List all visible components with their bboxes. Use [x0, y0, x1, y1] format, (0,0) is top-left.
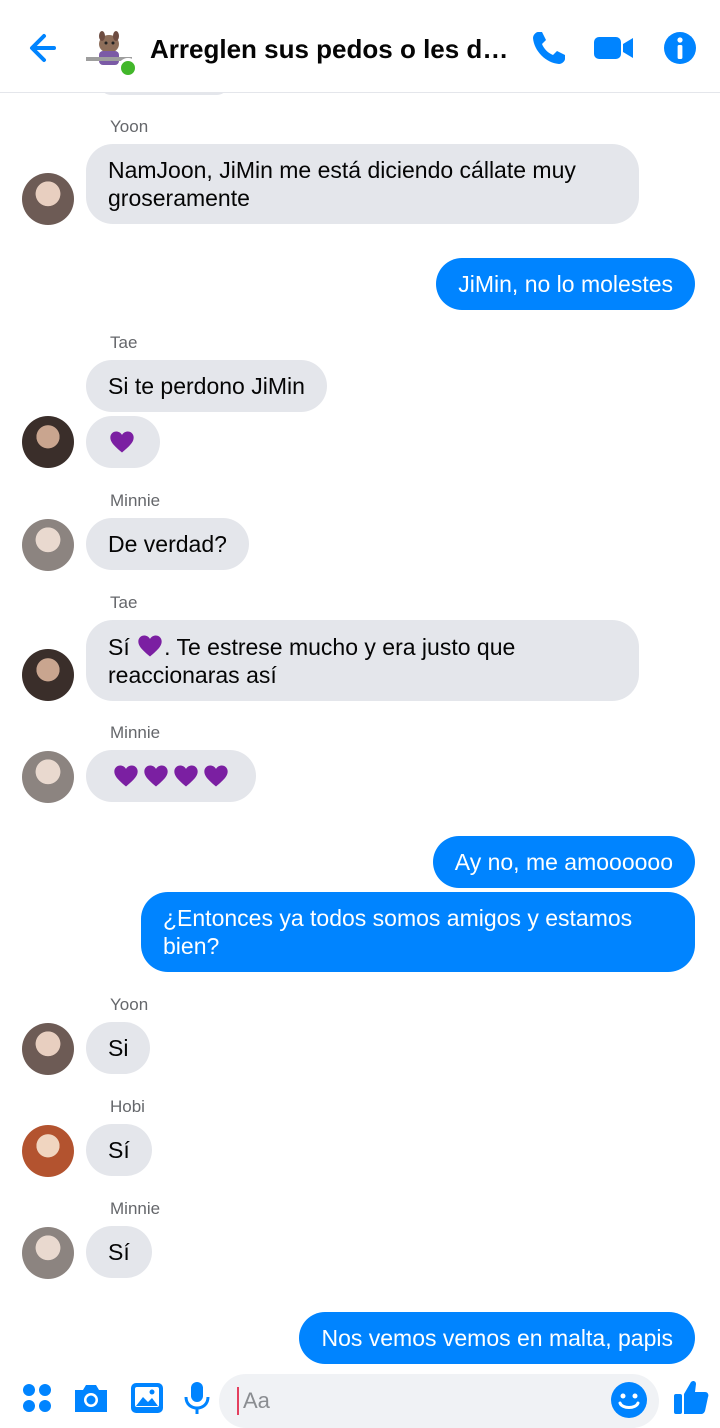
message-composer: Aa — [0, 1368, 720, 1428]
incoming-message[interactable]: De verdad? — [86, 518, 249, 570]
message-text-suffix: . Te estrese mucho y era justo que reacc… — [108, 634, 516, 688]
gallery-icon[interactable] — [127, 1378, 167, 1418]
avatar-minnie[interactable] — [22, 751, 74, 803]
sender-name: Tae — [110, 333, 138, 352]
avatar-yoon[interactable] — [22, 1023, 74, 1075]
incoming-message[interactable]: Sí — [86, 1124, 152, 1176]
incoming-message[interactable]: Sí . Te estrese mucho y era justo que re… — [86, 620, 639, 701]
like-icon[interactable] — [670, 1376, 712, 1418]
phone-icon[interactable] — [527, 26, 571, 70]
text-cursor — [237, 1387, 239, 1415]
outgoing-message[interactable]: ¿Entonces ya todos somos amigos y estamo… — [141, 892, 695, 972]
incoming-emoji-message[interactable] — [86, 750, 256, 802]
outgoing-message[interactable]: Nos vemos vemos en malta, papis — [299, 1312, 695, 1364]
incoming-message[interactable]: NamJoon, JiMin me está diciendo cállate … — [86, 144, 639, 224]
message-input[interactable]: Aa — [219, 1374, 659, 1428]
avatar-tae[interactable] — [22, 649, 74, 701]
incoming-message[interactable]: Si — [86, 1022, 151, 1074]
video-icon[interactable] — [592, 26, 636, 70]
heart-icon — [174, 765, 198, 787]
message-list[interactable]: Yoon NamJoon, JiMin me está diciendo cál… — [0, 93, 720, 1368]
incoming-message[interactable]: Si te perdono JiMin — [86, 360, 327, 412]
partial-message-bubble — [100, 93, 228, 95]
sender-name: Minnie — [110, 723, 161, 742]
heart-icon — [144, 765, 168, 787]
avatar-hobi[interactable] — [22, 1125, 74, 1177]
message-input-placeholder: Aa — [243, 1388, 270, 1413]
conversation-header: Arreglen sus pedos o les doy en... — [0, 0, 720, 93]
apps-icon[interactable] — [17, 1378, 57, 1418]
mic-icon[interactable] — [177, 1378, 217, 1418]
emoji-icon[interactable] — [609, 1380, 649, 1420]
message-text-prefix: Sí — [108, 634, 137, 660]
sender-name: Yoon — [110, 995, 149, 1014]
avatar-minnie[interactable] — [22, 1227, 74, 1279]
heart-icon — [110, 431, 134, 453]
sender-name: Hobi — [110, 1097, 145, 1116]
sender-name: Tae — [110, 593, 138, 612]
outgoing-message[interactable]: JiMin, no lo molestes — [436, 258, 695, 310]
info-icon[interactable] — [658, 26, 702, 70]
sender-name: Minnie — [110, 491, 161, 510]
heart-icon — [138, 635, 162, 657]
sender-name: Minnie — [110, 1199, 161, 1218]
avatar-minnie[interactable] — [22, 519, 74, 571]
heart-icon — [204, 765, 228, 787]
incoming-message[interactable]: Sí — [86, 1226, 152, 1278]
camera-icon[interactable] — [71, 1378, 111, 1418]
outgoing-message[interactable]: Ay no, me amoooooo — [432, 836, 695, 888]
back-arrow-icon[interactable] — [24, 26, 68, 70]
incoming-emoji-message[interactable] — [86, 416, 160, 468]
sender-name: Yoon — [110, 117, 149, 136]
avatar-tae[interactable] — [22, 416, 74, 468]
conversation-title[interactable]: Arreglen sus pedos o les doy en... — [150, 31, 522, 67]
heart-icon — [114, 765, 138, 787]
online-status-dot — [118, 58, 138, 78]
avatar-yoon[interactable] — [22, 173, 74, 225]
